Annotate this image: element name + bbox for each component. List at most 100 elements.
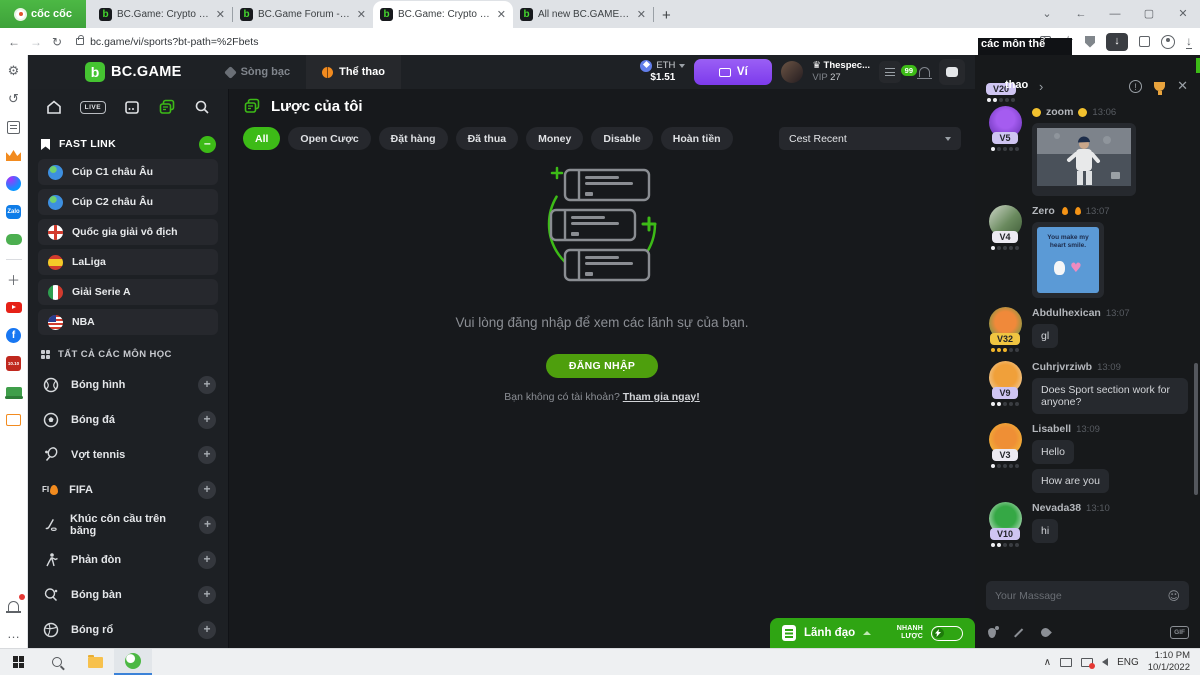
new-tab-button[interactable]: + bbox=[662, 7, 671, 24]
filter-chip-refund[interactable]: Hoàn tiền bbox=[661, 127, 733, 150]
join-now-link[interactable]: Tham gia ngay! bbox=[623, 391, 700, 403]
trophy-icon[interactable] bbox=[1154, 82, 1165, 91]
calendar-icon[interactable] bbox=[123, 98, 141, 116]
window-minimize-button[interactable]: — bbox=[1098, 0, 1132, 28]
live-button[interactable]: LIVE bbox=[80, 101, 106, 114]
sport-tennis[interactable]: Vợt tennis+ bbox=[28, 437, 228, 472]
user-avatar[interactable] bbox=[781, 61, 803, 83]
expand-plus-button[interactable]: + bbox=[198, 551, 216, 569]
reload-button[interactable]: ↻ bbox=[52, 35, 62, 49]
sport-basketball-2[interactable]: Bóng rổ+ bbox=[28, 612, 228, 647]
taskbar-clock[interactable]: 1:10 PM 10/1/2022 bbox=[1148, 650, 1194, 674]
fastlink-cup-c1[interactable]: Cúp C1 châu Âu bbox=[38, 159, 218, 185]
network-icon[interactable] bbox=[1060, 658, 1072, 667]
chat-scrollbar[interactable] bbox=[1194, 363, 1198, 495]
adblock-shield-icon[interactable] bbox=[1085, 36, 1095, 48]
tab-search-icon[interactable]: ⌄ bbox=[1030, 0, 1064, 28]
menu-button[interactable] bbox=[879, 61, 901, 83]
chat-message-input[interactable] bbox=[995, 590, 1167, 602]
fastlink-cup-c2[interactable]: Cúp C2 châu Âu bbox=[38, 189, 218, 215]
sale-badge-icon[interactable]: 10.10 bbox=[6, 356, 21, 371]
recent-tabs-icon[interactable]: ← bbox=[1064, 0, 1098, 28]
tab-close-icon[interactable]: ✕ bbox=[216, 8, 225, 21]
expand-plus-button[interactable]: + bbox=[198, 621, 216, 639]
facebook-icon[interactable]: f bbox=[6, 328, 21, 343]
add-shortcut-button[interactable]: ＋ bbox=[5, 271, 22, 288]
app-alert-icon[interactable] bbox=[1081, 658, 1093, 667]
heart-sticker-gif[interactable]: You make my heart smile. ♥ bbox=[1032, 222, 1104, 298]
close-chat-icon[interactable]: ✕ bbox=[1177, 78, 1188, 94]
rain-tip-icon[interactable] bbox=[988, 628, 996, 638]
filter-chip-all[interactable]: All bbox=[243, 127, 280, 150]
expand-plus-button[interactable]: + bbox=[199, 516, 216, 534]
sport-fifa[interactable]: FI FIFA+ bbox=[28, 472, 228, 507]
browser-tab-1[interactable]: b BC.Game: Crypto Casino Gan ✕ bbox=[92, 1, 232, 28]
address-bar[interactable]: bc.game/vi/sports?bt-path=%2Fbets bbox=[72, 36, 1030, 48]
filter-chip-open[interactable]: Open Cược bbox=[288, 127, 370, 150]
emoji-picker-icon[interactable]: ☺ bbox=[1167, 589, 1180, 603]
coccoc-brand-button[interactable]: cốc cốc bbox=[0, 0, 86, 28]
download-active-button[interactable]: ↓ bbox=[1106, 33, 1128, 51]
games-gamepad-icon[interactable] bbox=[6, 234, 22, 245]
expand-plus-button[interactable]: + bbox=[198, 376, 216, 394]
rocket-icon[interactable] bbox=[1039, 626, 1052, 639]
fastlink-nba[interactable]: NBA bbox=[38, 309, 218, 335]
start-button[interactable] bbox=[0, 649, 38, 675]
zalo-icon[interactable]: Zalo bbox=[6, 205, 21, 219]
filter-chip-disable[interactable]: Disable bbox=[591, 127, 652, 150]
collapse-fastlink-button[interactable]: – bbox=[199, 136, 216, 153]
shopping-cart-icon[interactable] bbox=[6, 414, 21, 426]
notifications-bell-icon[interactable] bbox=[919, 67, 930, 77]
notification-bell-icon[interactable] bbox=[5, 597, 22, 614]
sort-dropdown[interactable]: Cest Recent bbox=[779, 127, 961, 150]
fastlink-championship[interactable]: Quốc gia giải vô địch bbox=[38, 219, 218, 245]
chat-rules-info-icon[interactable]: ! bbox=[1129, 80, 1142, 93]
nav-sports[interactable]: Thể thao bbox=[306, 55, 401, 89]
leaderboard-bar[interactable]: Lãnh đạo NHANH LƯỢC bbox=[770, 618, 975, 648]
bet-slip-icon[interactable] bbox=[158, 98, 176, 116]
youtube-icon[interactable] bbox=[6, 302, 22, 313]
window-close-button[interactable]: ✕ bbox=[1166, 0, 1200, 28]
sport-ice-hockey[interactable]: Khúc côn cầu trên băng+ bbox=[28, 507, 228, 542]
back-button[interactable]: ← bbox=[8, 35, 20, 49]
browser-profile-icon[interactable] bbox=[1161, 35, 1175, 49]
settings-gear-icon[interactable]: ⚙ bbox=[5, 63, 22, 80]
rail-more-button[interactable]: … bbox=[5, 625, 22, 642]
currency-selector[interactable]: ETH $1.51 bbox=[640, 60, 685, 85]
sport-counter-strike[interactable]: Phản đòn+ bbox=[28, 542, 228, 577]
home-icon[interactable] bbox=[45, 98, 63, 116]
taskbar-search-button[interactable] bbox=[38, 649, 76, 675]
fastlink-seriea[interactable]: Giải Serie A bbox=[38, 279, 218, 305]
expand-plus-button[interactable]: + bbox=[198, 481, 216, 499]
messenger-icon[interactable] bbox=[6, 176, 21, 191]
quick-bet-toggle[interactable] bbox=[931, 626, 963, 641]
browser-tab-3-active[interactable]: b BC.Game: Crypto Casino Gan ✕ bbox=[373, 1, 513, 28]
baseball-gif[interactable] bbox=[1032, 123, 1136, 196]
tab-close-icon[interactable]: ✕ bbox=[497, 8, 506, 21]
window-maximize-button[interactable]: ▢ bbox=[1132, 0, 1166, 28]
file-explorer-button[interactable] bbox=[76, 649, 114, 675]
tab-close-icon[interactable]: ✕ bbox=[357, 8, 366, 21]
expand-plus-button[interactable]: + bbox=[198, 446, 216, 464]
filter-chip-lost[interactable]: Đã thua bbox=[456, 127, 519, 150]
education-hat-icon[interactable] bbox=[6, 387, 22, 397]
downloads-tray-icon[interactable]: ↓ bbox=[1186, 34, 1192, 49]
crown-rewards-icon[interactable] bbox=[6, 150, 21, 161]
browser-tab-4[interactable]: b All new BC.GAME survey & fe ✕ bbox=[513, 1, 653, 28]
expand-plus-button[interactable]: + bbox=[198, 586, 216, 604]
gif-button[interactable]: GIF bbox=[1170, 626, 1189, 639]
forward-button[interactable]: → bbox=[30, 35, 42, 49]
history-icon[interactable]: ↺ bbox=[5, 91, 22, 108]
show-hidden-icons[interactable]: ∧ bbox=[1044, 657, 1051, 668]
collapse-chat-icon[interactable]: › bbox=[1039, 79, 1043, 94]
volume-icon[interactable] bbox=[1102, 658, 1108, 666]
sport-basketball[interactable]: Bóng hình+ bbox=[28, 367, 228, 402]
user-info[interactable]: ♛ Thespec... VIP 27 bbox=[812, 60, 870, 85]
search-icon[interactable] bbox=[193, 98, 211, 116]
browser-tab-2[interactable]: b BC.Game Forum - A Cryptoc ✕ bbox=[233, 1, 373, 28]
extensions-icon[interactable] bbox=[1139, 36, 1150, 47]
filter-chip-money[interactable]: Money bbox=[526, 127, 583, 150]
chat-toggle-button[interactable] bbox=[939, 59, 965, 85]
filter-chip-placed[interactable]: Đặt hàng bbox=[379, 127, 448, 150]
sport-soccer[interactable]: Bóng đá+ bbox=[28, 402, 228, 437]
